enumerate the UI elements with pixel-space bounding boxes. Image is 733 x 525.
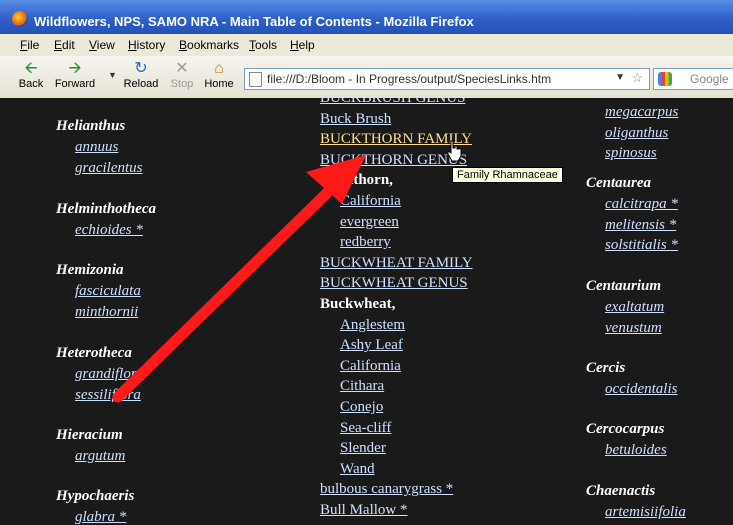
red-arrow-annotation: [112, 155, 366, 403]
arrow-shaft: [112, 184, 336, 403]
arrow-head: [306, 155, 366, 204]
hand-cursor-icon: [447, 140, 462, 162]
link-tooltip: Family Rhamnaceae: [452, 167, 563, 183]
